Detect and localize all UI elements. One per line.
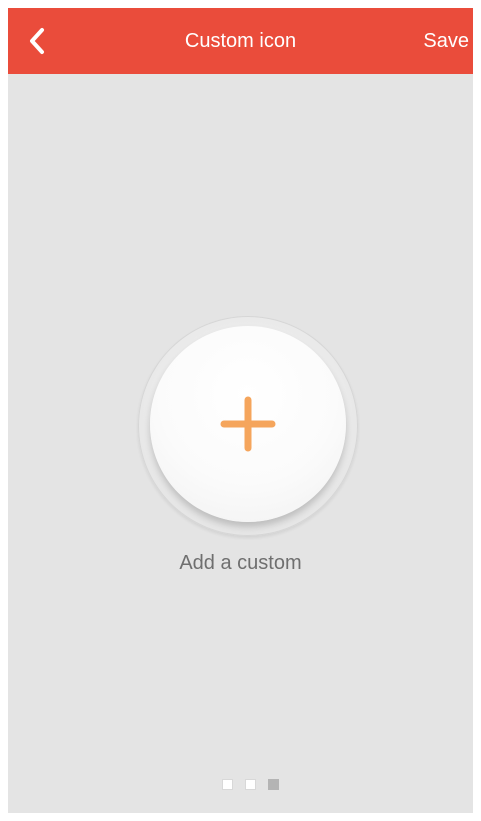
chevron-left-icon [30, 28, 44, 54]
add-custom-icon-button[interactable] [138, 316, 358, 536]
page-title: Custom icon [184, 30, 297, 52]
add-custom-label: Add a custom [179, 552, 302, 574]
page-dot-1[interactable] [222, 779, 233, 790]
plus-icon [220, 396, 276, 452]
save-button[interactable]: Save [423, 8, 469, 74]
page-dot-2[interactable] [245, 779, 256, 790]
page-indicator [222, 779, 279, 791]
back-button[interactable] [22, 24, 52, 58]
app-header: Custom icon Save [8, 8, 473, 74]
screen: Custom icon Save [8, 8, 473, 813]
page-dot-3-active[interactable] [268, 779, 279, 790]
add-button-disc [150, 326, 346, 522]
